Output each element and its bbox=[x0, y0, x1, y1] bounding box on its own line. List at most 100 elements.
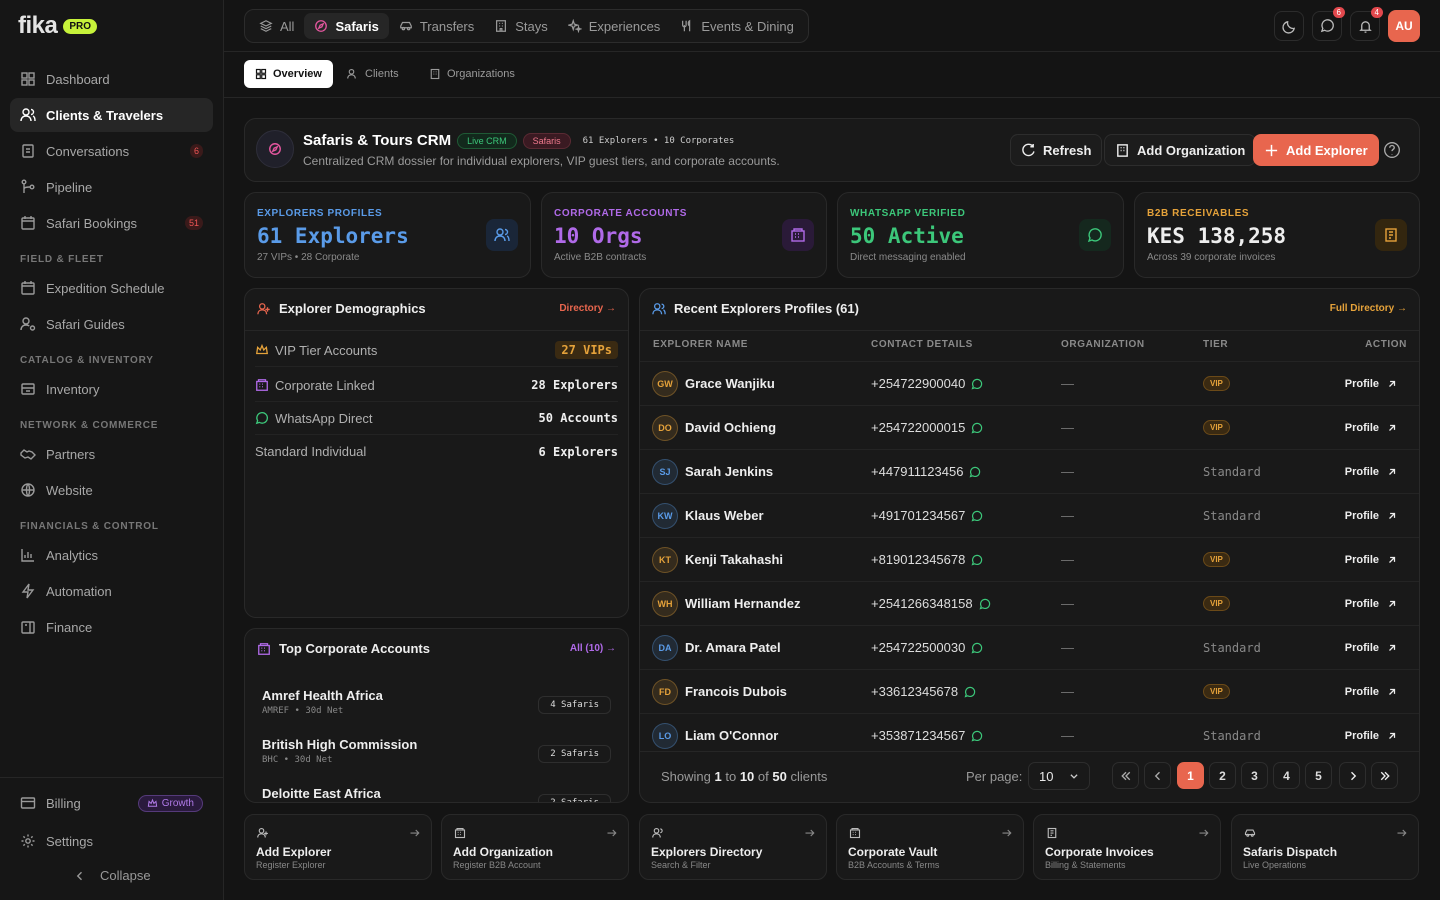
quick-action-card[interactable]: Corporate Vault B2B Accounts & Terms bbox=[836, 814, 1024, 880]
notifications-count: 4 bbox=[1370, 7, 1383, 18]
growth-plan-badge[interactable]: Growth bbox=[137, 794, 203, 812]
page-button-5[interactable]: 5 bbox=[1305, 762, 1332, 789]
quick-action-card[interactable]: Add Organization Register B2B Account bbox=[441, 814, 629, 880]
whatsapp-icon[interactable] bbox=[971, 422, 983, 434]
demo-row-vip: VIP Tier Accounts 27 VIPs bbox=[255, 334, 618, 367]
quick-action-card[interactable]: Add Explorer Register Explorer bbox=[244, 814, 432, 880]
sidebar-item-inventory[interactable]: Inventory bbox=[10, 372, 213, 406]
sidebar-item-billing[interactable]: Billing Growth bbox=[10, 786, 213, 820]
sidebar-item-settings[interactable]: Settings bbox=[10, 824, 213, 858]
stat-sub: Direct messaging enabled bbox=[850, 252, 966, 263]
tab-experiences[interactable]: Experiences bbox=[558, 13, 671, 39]
user-avatar[interactable]: AU bbox=[1388, 10, 1420, 42]
sidebar-item-safari-guides[interactable]: Safari Guides bbox=[10, 307, 213, 341]
sidebar-item-automation[interactable]: Automation bbox=[10, 574, 213, 608]
stat-card-explorers[interactable]: EXPLORERS PROFILES 61 Explorers 27 VIPs … bbox=[244, 192, 531, 278]
table-row[interactable]: GW Grace Wanjiku +254722900040 — VIP Pro… bbox=[640, 361, 1419, 405]
tab-stays[interactable]: Stays bbox=[484, 13, 558, 39]
profile-link[interactable]: Profile bbox=[1345, 642, 1397, 654]
add-organization-button[interactable]: Add Organization bbox=[1104, 134, 1257, 166]
whatsapp-icon[interactable] bbox=[971, 642, 983, 654]
profile-link[interactable]: Profile bbox=[1345, 510, 1397, 522]
table-row[interactable]: KW Klaus Weber +491701234567 — Standard … bbox=[640, 493, 1419, 537]
theme-toggle-button[interactable] bbox=[1274, 11, 1304, 41]
page-button-2[interactable]: 2 bbox=[1209, 762, 1236, 789]
sidebar-item-partners[interactable]: Partners bbox=[10, 437, 213, 471]
sidebar-item-clients[interactable]: Clients & Travelers bbox=[10, 98, 213, 132]
grid-icon bbox=[255, 68, 267, 80]
table-row[interactable]: WH William Hernandez +2541266348158 — VI… bbox=[640, 581, 1419, 625]
refresh-button[interactable]: Refresh bbox=[1010, 134, 1103, 166]
sidebar-item-finance[interactable]: Finance bbox=[10, 610, 213, 644]
page-button-3[interactable]: 3 bbox=[1241, 762, 1268, 789]
corporate-row[interactable]: British High Commission BHC • 30d Net 2 … bbox=[262, 737, 611, 779]
stat-card-corporate[interactable]: CORPORATE ACCOUNTS 10 Orgs Active B2B co… bbox=[541, 192, 827, 278]
building-icon bbox=[849, 827, 861, 839]
notifications-button[interactable]: 4 bbox=[1350, 7, 1383, 41]
all-corporates-link[interactable]: All (10) → bbox=[570, 643, 616, 654]
tab-all[interactable]: All bbox=[249, 13, 304, 39]
whatsapp-icon[interactable] bbox=[964, 686, 976, 698]
whatsapp-icon[interactable] bbox=[971, 378, 983, 390]
table-row[interactable]: SJ Sarah Jenkins +447911123456 — Standar… bbox=[640, 449, 1419, 493]
tab-organizations[interactable]: Organizations bbox=[418, 60, 526, 88]
corporate-row[interactable]: Amref Health Africa AMREF • 30d Net 4 Sa… bbox=[262, 688, 611, 730]
stat-card-receivables[interactable]: B2B RECEIVABLES KES 138,258 Across 39 co… bbox=[1134, 192, 1420, 278]
next-page-button[interactable] bbox=[1339, 762, 1366, 789]
demo-row-corporate: Corporate Linked 28 Explorers bbox=[255, 369, 618, 402]
last-page-button[interactable] bbox=[1371, 762, 1398, 789]
profile-link[interactable]: Profile bbox=[1345, 598, 1397, 610]
sidebar-item-expedition-schedule[interactable]: Expedition Schedule bbox=[10, 271, 213, 305]
corporate-row[interactable]: Deloitte East Africa 2 Safaris bbox=[262, 786, 611, 802]
table-row[interactable]: DA Dr. Amara Patel +254722500030 — Stand… bbox=[640, 625, 1419, 669]
sidebar-item-safari-bookings[interactable]: Safari Bookings 51 bbox=[10, 206, 213, 240]
table-row[interactable]: DO David Ochieng +254722000015 — VIP Pro… bbox=[640, 405, 1419, 449]
first-page-button[interactable] bbox=[1112, 762, 1139, 789]
sidebar-item-pipeline[interactable]: Pipeline bbox=[10, 170, 213, 204]
sidebar-item-conversations[interactable]: Conversations 6 bbox=[10, 134, 213, 168]
collapse-button[interactable]: Collapse bbox=[74, 868, 151, 883]
explorer-organization: — bbox=[1061, 464, 1074, 479]
tab-events-dining[interactable]: Events & Dining bbox=[670, 13, 804, 39]
whatsapp-icon[interactable] bbox=[971, 510, 983, 522]
pro-badge: PRO bbox=[63, 18, 98, 34]
tab-overview[interactable]: Overview bbox=[244, 60, 333, 88]
table-row[interactable]: FD Francois Dubois +33612345678 — VIP Pr… bbox=[640, 669, 1419, 713]
full-directory-link[interactable]: Full Directory → bbox=[1330, 303, 1407, 314]
profile-link[interactable]: Profile bbox=[1345, 730, 1397, 742]
quick-action-card[interactable]: Explorers Directory Search & Filter bbox=[639, 814, 827, 880]
quick-action-card[interactable]: Safaris Dispatch Live Operations bbox=[1231, 814, 1419, 880]
profile-link[interactable]: Profile bbox=[1345, 686, 1397, 698]
sidebar-item-label: Dashboard bbox=[46, 71, 110, 87]
sidebar-item-analytics[interactable]: Analytics bbox=[10, 538, 213, 572]
quick-action-card[interactable]: Corporate Invoices Billing & Statements bbox=[1033, 814, 1221, 880]
messages-button[interactable]: 6 bbox=[1312, 7, 1345, 41]
tab-clients[interactable]: Clients bbox=[336, 60, 410, 88]
per-page-select[interactable]: 10 bbox=[1028, 762, 1090, 790]
page-button-4[interactable]: 4 bbox=[1273, 762, 1300, 789]
whatsapp-icon[interactable] bbox=[971, 554, 983, 566]
brand-logo[interactable]: fika PRO bbox=[18, 12, 98, 40]
profile-link[interactable]: Profile bbox=[1345, 378, 1397, 390]
add-explorer-button[interactable]: Add Explorer bbox=[1253, 134, 1379, 166]
whatsapp-icon[interactable] bbox=[969, 466, 981, 478]
sidebar-item-dashboard[interactable]: Dashboard bbox=[10, 62, 213, 96]
table-row[interactable]: KT Kenji Takahashi +819012345678 — VIP P… bbox=[640, 537, 1419, 581]
stat-card-whatsapp[interactable]: WHATSAPP VERIFIED 50 Active Direct messa… bbox=[837, 192, 1124, 278]
explorer-organization: — bbox=[1061, 596, 1074, 611]
profile-link[interactable]: Profile bbox=[1345, 554, 1397, 566]
profile-link[interactable]: Profile bbox=[1345, 422, 1397, 434]
whatsapp-icon[interactable] bbox=[971, 730, 983, 742]
whatsapp-icon[interactable] bbox=[979, 598, 991, 610]
tab-transfers[interactable]: Transfers bbox=[389, 13, 484, 39]
per-page-value: 10 bbox=[1039, 768, 1054, 784]
profile-link[interactable]: Profile bbox=[1345, 466, 1397, 478]
prev-page-button[interactable] bbox=[1144, 762, 1171, 789]
page-button-1[interactable]: 1 bbox=[1177, 762, 1204, 789]
sub-tabs: Overview Clients Organizations bbox=[224, 52, 1440, 98]
user-icon bbox=[257, 302, 270, 314]
tab-safaris[interactable]: Safaris bbox=[304, 13, 389, 39]
directory-link[interactable]: Directory → bbox=[559, 303, 616, 314]
help-icon[interactable] bbox=[1383, 141, 1401, 159]
sidebar-item-website[interactable]: Website bbox=[10, 473, 213, 507]
